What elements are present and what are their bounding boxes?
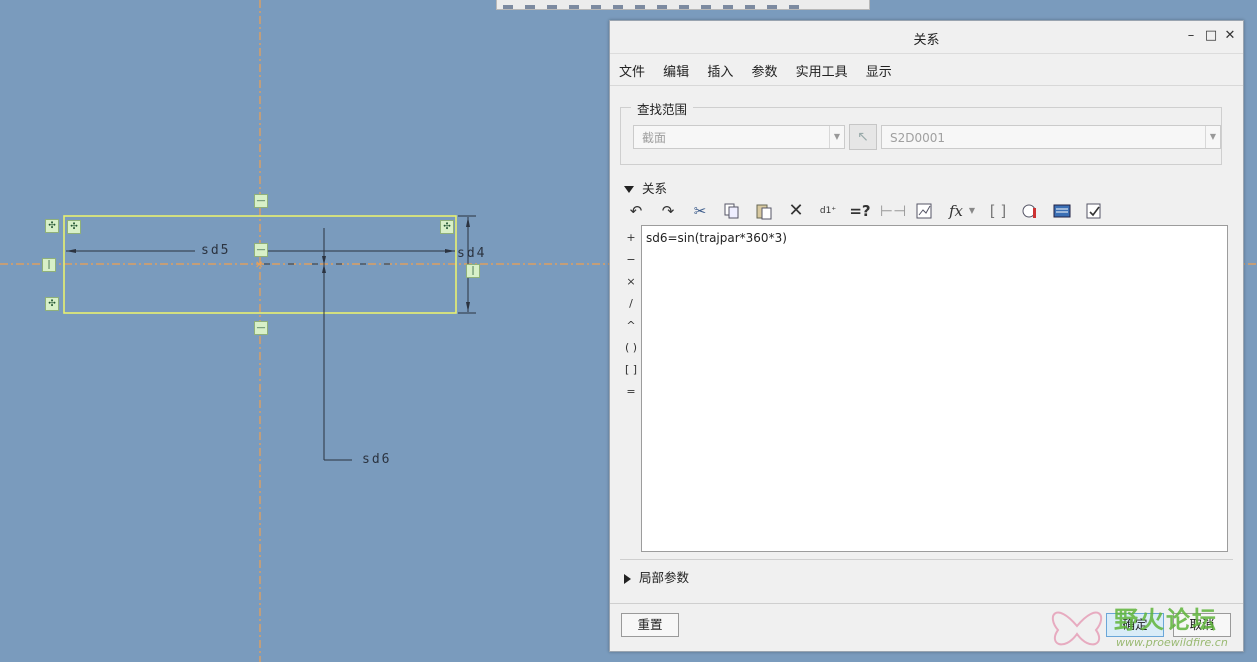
- measure-button[interactable]: ⊢⊣: [880, 199, 907, 223]
- dialog-titlebar[interactable]: 关系 – □ ✕: [610, 21, 1243, 54]
- origin-marker: ✕: [255, 260, 263, 271]
- dim-sd6-arrow-a: [322, 264, 326, 273]
- scissors-icon: ✂: [693, 202, 707, 220]
- undo-button[interactable]: ↶: [624, 199, 648, 223]
- operator-multiply[interactable]: ×: [622, 271, 640, 293]
- function-fx-icon: fx: [948, 202, 963, 220]
- dim-sd5-arrow-right: [445, 249, 455, 253]
- operator-brackets[interactable]: [ ]: [622, 359, 640, 381]
- scope-type-dropdown[interactable]: 截面 ▼: [633, 125, 845, 149]
- paste-button[interactable]: [752, 199, 776, 223]
- paste-icon: [756, 204, 772, 220]
- operator-plus[interactable]: +: [622, 227, 640, 249]
- menu-insert[interactable]: 插入: [706, 54, 739, 80]
- thermometer-icon: [1022, 204, 1036, 218]
- insert-function-button[interactable]: fx: [944, 199, 968, 223]
- sort-button[interactable]: [912, 199, 936, 223]
- collapse-triangle-icon: [624, 186, 634, 193]
- local-params-section-toggle[interactable]: 局部参数: [624, 567, 689, 586]
- menu-bar: 文件 编辑 插入 参数 实用工具 显示: [610, 54, 1243, 86]
- relations-editor[interactable]: sd6=sin(trajpar*360*3): [641, 225, 1228, 552]
- button-divider: [610, 603, 1243, 604]
- dim-sd5-arrow-left: [66, 249, 76, 253]
- evaluate-button[interactable]: =?: [848, 199, 872, 223]
- delete-x-icon: ✕: [788, 200, 804, 221]
- redo-button[interactable]: ↷: [656, 199, 680, 223]
- chevron-down-icon: ▼: [968, 206, 976, 215]
- scope-name-value: S2D0001: [890, 131, 946, 145]
- section-divider: [620, 559, 1233, 560]
- dim-sd4-arrow-top: [466, 217, 470, 227]
- evaluate-icon: =?: [849, 202, 871, 220]
- copy-icon: [724, 203, 739, 219]
- cut-button[interactable]: ✂: [688, 199, 712, 223]
- operator-minus[interactable]: −: [622, 249, 640, 271]
- chevron-down-icon: ▼: [829, 126, 844, 148]
- constraint-handle-left[interactable]: |: [42, 258, 56, 272]
- scope-type-value: 截面: [642, 131, 667, 145]
- relations-dialog: 关系 – □ ✕ 文件 编辑 插入 参数 实用工具 显示 查找范围 截面 ▼ ↖…: [609, 20, 1244, 652]
- relation-line[interactable]: sd6=sin(trajpar*360*3): [646, 231, 787, 245]
- menu-parameters[interactable]: 参数: [750, 54, 783, 80]
- dim-sd6-label[interactable]: sd6: [362, 452, 391, 467]
- operator-column: + − × / ^ ( ) [ ] =: [622, 227, 640, 403]
- menu-utilities[interactable]: 实用工具: [795, 54, 854, 80]
- look-in-legend: 查找范围: [631, 99, 694, 118]
- checklist-icon: [1086, 203, 1101, 219]
- top-toolbar-strip[interactable]: [496, 0, 870, 10]
- reset-button[interactable]: 重置: [621, 613, 679, 637]
- switch-dimension-button[interactable]: d1⁺: [816, 199, 840, 223]
- parameters-table-button[interactable]: [1050, 199, 1074, 223]
- menu-edit[interactable]: 编辑: [662, 54, 695, 80]
- operator-divide[interactable]: /: [622, 293, 640, 315]
- local-params-label: 局部参数: [639, 570, 690, 585]
- dialog-title: 关系: [913, 33, 940, 48]
- minimize-button[interactable]: –: [1183, 28, 1199, 44]
- expand-triangle-icon: [624, 573, 631, 584]
- operator-parentheses[interactable]: ( ): [622, 337, 640, 359]
- constraint-handle-right[interactable]: |: [466, 264, 480, 278]
- operator-equals[interactable]: =: [622, 381, 640, 403]
- corner-handle-top-left-outer[interactable]: ✣: [45, 219, 59, 233]
- relations-section-label: 关系: [642, 181, 668, 196]
- dim-sd5-label[interactable]: sd5: [201, 243, 230, 258]
- menu-display[interactable]: 显示: [865, 54, 898, 80]
- menu-file[interactable]: 文件: [618, 54, 651, 80]
- cursor-arrow-icon: ↖: [857, 129, 869, 145]
- cancel-button[interactable]: 取消: [1173, 613, 1231, 637]
- constraint-handle-center[interactable]: —: [254, 243, 268, 257]
- chart-icon: [916, 203, 932, 219]
- function-dropdown-button[interactable]: ▼: [966, 199, 978, 223]
- select-pointer-button[interactable]: ↖: [849, 124, 877, 150]
- relations-section-toggle[interactable]: 关系: [624, 178, 667, 197]
- scope-name-dropdown[interactable]: S2D0001 ▼: [881, 125, 1221, 149]
- look-in-group: 查找范围 截面 ▼ ↖ S2D0001 ▼: [620, 99, 1222, 165]
- table-icon: [1053, 204, 1071, 218]
- units-button[interactable]: [1018, 199, 1042, 223]
- constraint-handle-bottom[interactable]: —: [254, 321, 268, 335]
- corner-handle-top-left-inner[interactable]: ✣: [67, 220, 81, 234]
- redo-icon: ↷: [661, 202, 675, 220]
- insert-brackets-button[interactable]: [ ]: [986, 199, 1010, 223]
- corner-handle-top-right[interactable]: ✣: [440, 220, 454, 234]
- chevron-down-icon: ▼: [1205, 126, 1220, 148]
- brackets-icon: [ ]: [989, 202, 1007, 220]
- undo-icon: ↶: [629, 202, 643, 220]
- verify-relations-button[interactable]: [1082, 199, 1106, 223]
- close-button[interactable]: ✕: [1222, 28, 1238, 44]
- dim-sd4-label[interactable]: sd4: [457, 246, 486, 261]
- measure-icon: ⊢⊣: [880, 202, 907, 220]
- constraint-handle-top[interactable]: —: [254, 194, 268, 208]
- dim-sd4-arrow-bottom: [466, 302, 470, 312]
- copy-button[interactable]: [720, 199, 744, 223]
- ok-button[interactable]: 确定: [1106, 613, 1164, 637]
- operator-power[interactable]: ^: [622, 315, 640, 337]
- maximize-button[interactable]: □: [1203, 28, 1219, 44]
- dimension-symbols-icon: d1⁺: [819, 206, 837, 216]
- delete-button[interactable]: ✕: [784, 199, 808, 223]
- corner-handle-bottom-left[interactable]: ✣: [45, 297, 59, 311]
